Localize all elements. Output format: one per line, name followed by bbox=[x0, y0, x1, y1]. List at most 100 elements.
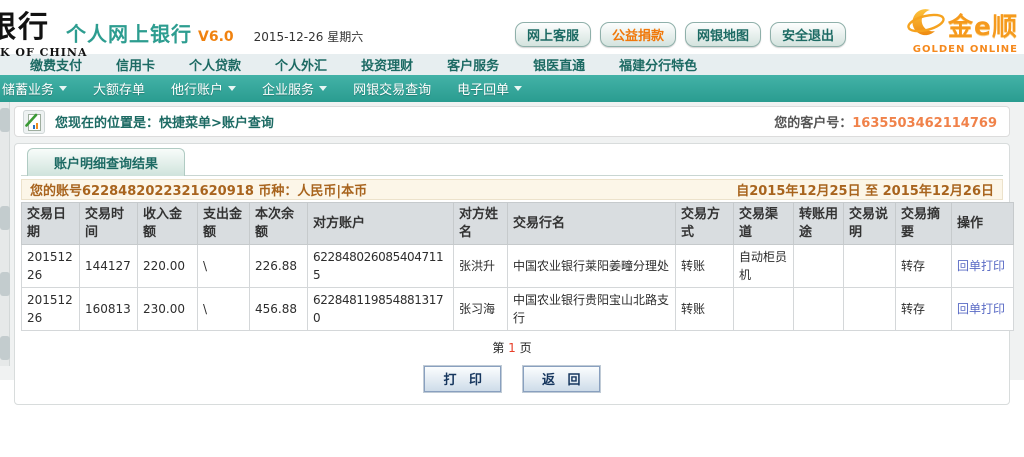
action-buttons: 打 印 返 回 bbox=[21, 366, 1003, 392]
sub-nav-item-label: 电子回单 bbox=[457, 79, 509, 98]
sub-nav-item-label: 网银交易查询 bbox=[353, 79, 431, 98]
column-header: 本次余额 bbox=[250, 203, 308, 245]
content-area: 您现在的位置是：快捷菜单>账户查询 您的客户号：1635503462114769… bbox=[0, 102, 1024, 380]
collapsed-sidebar bbox=[0, 102, 10, 366]
cell: 中国农业银行莱阳姜疃分理处 bbox=[508, 245, 676, 288]
tab-account-detail-result[interactable]: 账户明细查询结果 bbox=[27, 148, 185, 176]
table-row: 20151226160813230.00\456.886228481198548… bbox=[22, 288, 1014, 331]
cell: 转账 bbox=[676, 245, 734, 288]
table-body: 20151226144127220.00\226.886228480260854… bbox=[22, 245, 1014, 331]
product-title: 个人网上银行 bbox=[66, 18, 192, 47]
main-menu-item[interactable]: 个人贷款 bbox=[189, 55, 241, 74]
sub-nav-item[interactable]: 他行账户 bbox=[171, 79, 236, 98]
sub-nav-item[interactable]: 企业服务 bbox=[262, 79, 327, 98]
customer-number-label: 您的客户号： bbox=[774, 116, 852, 131]
golden-online-logo: 金e顺 GOLDEN ONLINE bbox=[860, 4, 1018, 55]
cell: 中国农业银行贵阳宝山北路支行 bbox=[508, 288, 676, 331]
cell bbox=[794, 245, 844, 288]
sub-nav-item-label: 大额存单 bbox=[93, 79, 145, 98]
cell: 160813 bbox=[80, 288, 138, 331]
version-label: V6.0 bbox=[198, 29, 234, 45]
cell: 20151226 bbox=[22, 245, 80, 288]
breadcrumb: 您现在的位置是：快捷菜单>账户查询 bbox=[55, 112, 274, 131]
cell: 144127 bbox=[80, 245, 138, 288]
cell: 456.88 bbox=[250, 288, 308, 331]
sub-nav-item[interactable]: 网银交易查询 bbox=[353, 79, 431, 98]
column-header: 交易方式 bbox=[676, 203, 734, 245]
sub-nav-item-label: 他行账户 bbox=[171, 79, 223, 98]
receipt-print-link[interactable]: 回单打印 bbox=[957, 259, 1005, 273]
sub-nav-item-label: 企业服务 bbox=[262, 79, 314, 98]
cell: 转存 bbox=[896, 245, 952, 288]
golden-swoosh-icon bbox=[906, 4, 946, 46]
chevron-down-icon bbox=[319, 86, 327, 91]
column-header: 对方姓名 bbox=[454, 203, 508, 245]
main-menu-item[interactable]: 福建分行特色 bbox=[619, 55, 697, 74]
header-date: 2015-12-26 星期六 bbox=[254, 28, 364, 45]
column-header: 交易说明 bbox=[844, 203, 896, 245]
receipt-print-link[interactable]: 回单打印 bbox=[957, 302, 1005, 316]
sub-nav-item-label: 储蓄业务 bbox=[2, 79, 54, 98]
main-menu-item[interactable]: 银医直通 bbox=[533, 55, 585, 74]
column-header: 操作 bbox=[952, 203, 1014, 245]
account-info-bar: 您的账号6228482022321620918 币种：人民币|本币 自2015年… bbox=[21, 179, 1003, 200]
location-document-icon bbox=[23, 110, 45, 134]
cell bbox=[844, 245, 896, 288]
cell: 回单打印 bbox=[952, 288, 1014, 331]
transaction-table: 交易日期交易时间收入金额支出金额本次余额对方账户对方姓名交易行名交易方式交易渠道… bbox=[21, 202, 1014, 331]
main-menu-item[interactable]: 客户服务 bbox=[447, 55, 499, 74]
sub-nav-item[interactable]: 大额存单 bbox=[93, 79, 145, 98]
sub-nav-item[interactable]: 电子回单 bbox=[457, 79, 522, 98]
cell: 转存 bbox=[896, 288, 952, 331]
column-header: 对方账户 bbox=[308, 203, 454, 245]
column-header: 交易日期 bbox=[22, 203, 80, 245]
account-info-text: 您的账号6228482022321620918 币种：人民币|本币 bbox=[30, 180, 367, 199]
page-prefix: 第 bbox=[492, 341, 508, 355]
page-number: 1 bbox=[508, 341, 516, 355]
cell: 220.00 bbox=[138, 245, 198, 288]
sidebar-handle[interactable] bbox=[0, 206, 10, 230]
quick-link-button[interactable]: 网银地图 bbox=[685, 22, 761, 47]
date-range-text: 自2015年12月25日 至 2015年12月26日 bbox=[736, 180, 994, 199]
query-result-panel: 账户明细查询结果 您的账号6228482022321620918 币种：人民币|… bbox=[14, 143, 1010, 405]
cell: 转账 bbox=[676, 288, 734, 331]
print-button[interactable]: 打 印 bbox=[424, 366, 501, 392]
cell: 张习海 bbox=[454, 288, 508, 331]
golden-logo-en: GOLDEN ONLINE bbox=[860, 44, 1018, 55]
table-row: 20151226144127220.00\226.886228480260854… bbox=[22, 245, 1014, 288]
quick-link-button[interactable]: 网上客服 bbox=[515, 22, 591, 47]
main-menu-item[interactable]: 个人外汇 bbox=[275, 55, 327, 74]
column-header: 支出金额 bbox=[198, 203, 250, 245]
top-header: 银行 K OF CHINA 个人网上银行 V6.0 2015-12-26 星期六… bbox=[0, 0, 1024, 54]
sidebar-handle[interactable] bbox=[0, 336, 10, 360]
cell bbox=[844, 288, 896, 331]
quick-link-button[interactable]: 安全退出 bbox=[770, 22, 846, 47]
quick-link-button[interactable]: 公益捐款 bbox=[600, 22, 676, 47]
cell: 回单打印 bbox=[952, 245, 1014, 288]
cell: \ bbox=[198, 288, 250, 331]
bank-logo-en: K OF CHINA bbox=[0, 46, 161, 59]
cell: \ bbox=[198, 245, 250, 288]
chevron-down-icon bbox=[514, 86, 522, 91]
sub-nav: 储蓄业务 大额存单 他行账户 企业服务 网银交易查询 电子回单 bbox=[0, 75, 1024, 102]
column-header: 交易渠道 bbox=[734, 203, 794, 245]
cell bbox=[794, 288, 844, 331]
customer-number-value: 1635503462114769 bbox=[852, 116, 997, 131]
quick-links: 网上客服公益捐款网银地图安全退出 bbox=[515, 22, 846, 47]
chevron-down-icon bbox=[228, 86, 236, 91]
cell bbox=[734, 288, 794, 331]
breadcrumb-bar: 您现在的位置是：快捷菜单>账户查询 您的客户号：1635503462114769 bbox=[14, 106, 1010, 137]
column-header: 交易行名 bbox=[508, 203, 676, 245]
sub-nav-item[interactable]: 储蓄业务 bbox=[2, 79, 67, 98]
cell: 230.00 bbox=[138, 288, 198, 331]
sidebar-handle[interactable] bbox=[0, 108, 10, 132]
main-menu-item[interactable]: 投资理财 bbox=[361, 55, 413, 74]
tab-row: 账户明细查询结果 bbox=[21, 144, 1003, 176]
column-header: 转账用途 bbox=[794, 203, 844, 245]
cell: 自动柜员机 bbox=[734, 245, 794, 288]
golden-logo-cn: 金e顺 bbox=[948, 7, 1018, 43]
back-button[interactable]: 返 回 bbox=[523, 366, 600, 392]
sidebar-handle[interactable] bbox=[0, 272, 10, 296]
cell: 226.88 bbox=[250, 245, 308, 288]
column-header: 收入金额 bbox=[138, 203, 198, 245]
